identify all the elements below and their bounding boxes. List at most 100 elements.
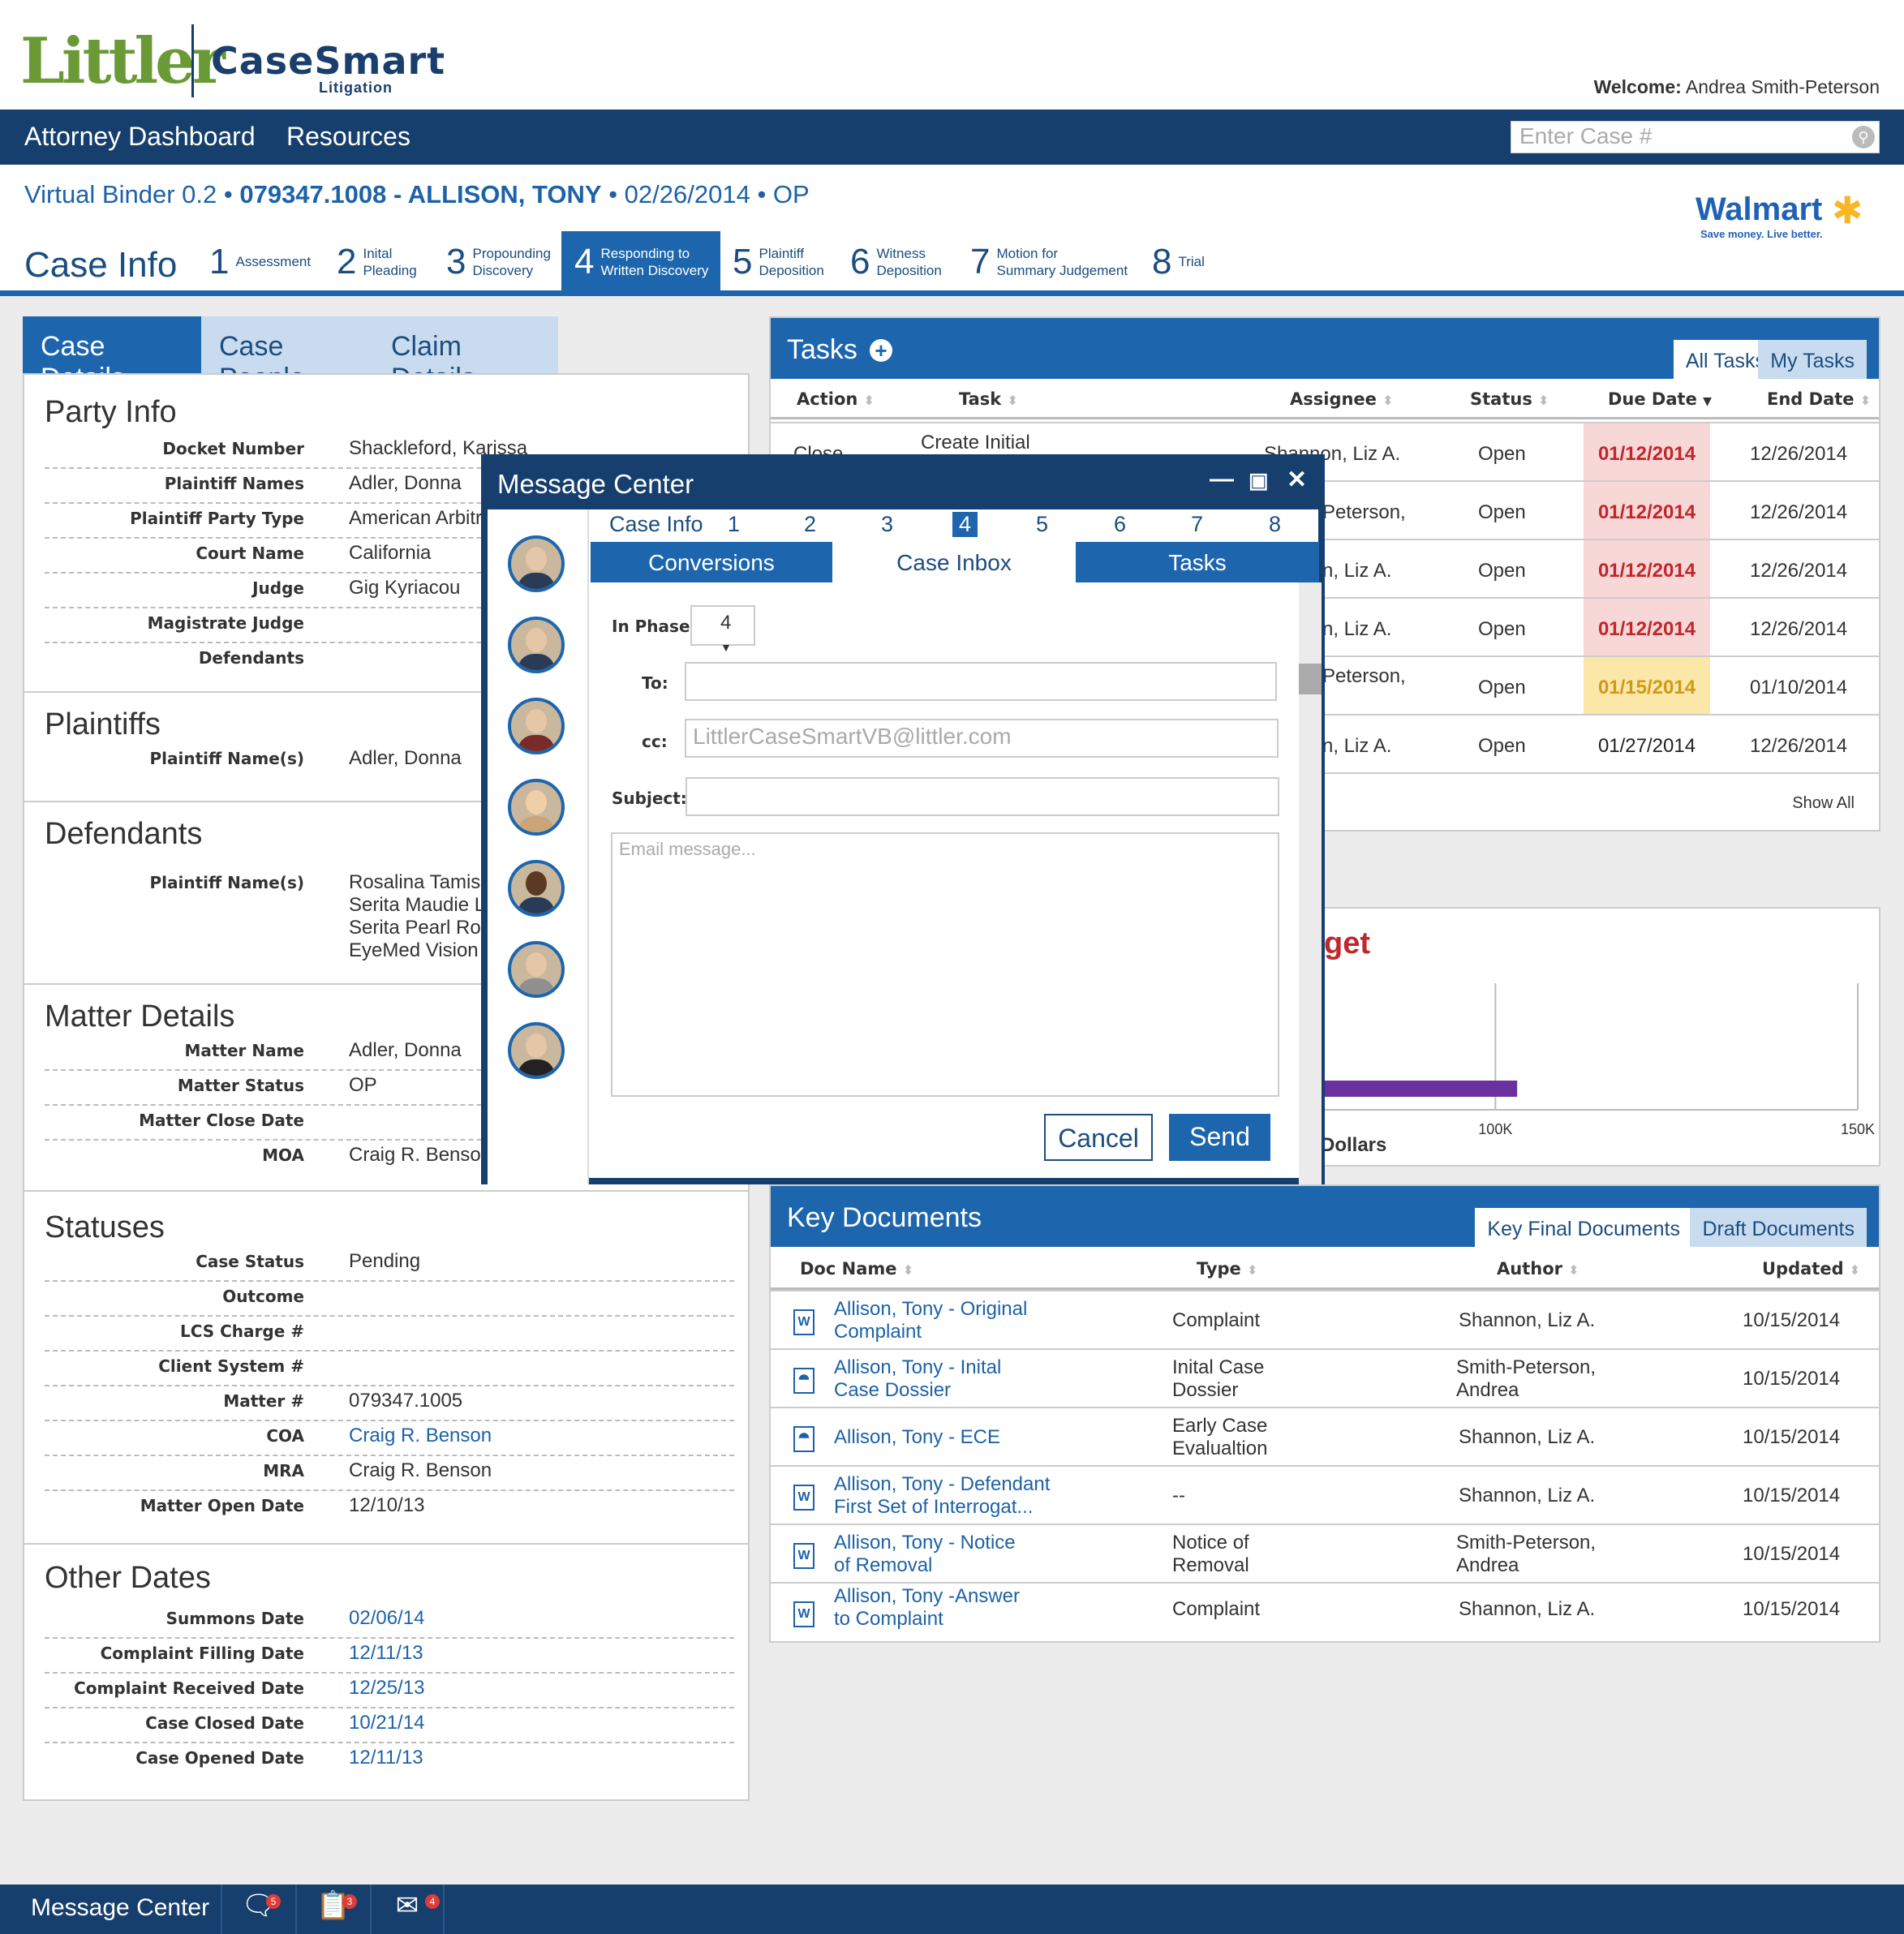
col-header-task[interactable]: Task ⬍ (959, 389, 1018, 409)
phase-tab-1[interactable]: 1 Assessment (209, 231, 311, 292)
clipboard-icon[interactable]: 📋 (295, 1885, 370, 1934)
field-value-link[interactable]: 12/11/13 (349, 1642, 423, 1665)
end-date: 12/26/2014 (1750, 618, 1848, 640)
phase-tab-6[interactable]: 6 Witness Deposition (850, 231, 942, 292)
status: Open (1478, 618, 1526, 640)
cancel-button[interactable]: Cancel (1044, 1114, 1153, 1161)
dialog-title: Message Center (497, 469, 694, 499)
tab-tasks[interactable]: Tasks (1076, 542, 1319, 582)
phase-tab-8[interactable]: 8 Trial (1152, 231, 1205, 292)
field-value-link[interactable]: 12/25/13 (349, 1677, 424, 1700)
tab-case-info[interactable]: Case Info (24, 245, 177, 286)
col-header-type[interactable]: Type ⬍ (1197, 1259, 1258, 1279)
document-row[interactable]: W Allison, Tony -Answer to Complaint Comp… (771, 1582, 1879, 1640)
cc-field[interactable]: LittlerCaseSmartVB@littler.com (685, 719, 1279, 758)
doc-name-link[interactable]: Allison, Tony - Inital Case Dossier (834, 1356, 1001, 1402)
document-row[interactable]: W Allison, Tony - Original Complaint Comp… (771, 1290, 1879, 1348)
dialog-phase-3[interactable]: 3 (881, 512, 893, 537)
dialog-phase-5[interactable]: 5 (1036, 512, 1048, 537)
tab-case-people[interactable]: Case People (201, 316, 373, 393)
in-phase-select[interactable]: 4 ▼ (690, 605, 755, 654)
tab-my-tasks[interactable]: My Tasks (1758, 340, 1867, 379)
phase-tab-2[interactable]: 2 Inital Pleading (337, 231, 417, 292)
field-value-link[interactable]: 02/06/14 (349, 1607, 424, 1630)
document-row[interactable]: W Allison, Tony - Defendant First Set of … (771, 1465, 1879, 1524)
bottom-bar-title[interactable]: Message Center (31, 1894, 209, 1922)
search-icon[interactable]: ⚲ (1852, 126, 1875, 148)
dialog-phase-6[interactable]: 6 (1114, 512, 1126, 537)
case-search-input[interactable]: Enter Case # (1511, 121, 1880, 153)
chat-icon[interactable]: 🗨 (221, 1885, 295, 1934)
phase-tab-7[interactable]: 7 Motion for Summary Judgement (970, 231, 1128, 292)
word-doc-icon: W (793, 1485, 814, 1511)
tab-draft-documents[interactable]: Draft Documents (1690, 1208, 1867, 1247)
contact-avatar[interactable] (508, 941, 565, 998)
doc-updated: 10/15/2014 (1743, 1309, 1841, 1331)
field-value-link[interactable]: 10/21/14 (349, 1712, 424, 1734)
to-field[interactable] (685, 662, 1277, 701)
word-doc-icon: W (793, 1601, 814, 1627)
dialog-phase-8[interactable]: 8 (1269, 512, 1281, 537)
phase-tab-3[interactable]: 3 Propounding Discovery (446, 231, 551, 292)
minimize-icon[interactable]: — (1210, 466, 1234, 493)
add-task-icon[interactable]: + (870, 339, 892, 362)
document-row[interactable]: W Allison, Tony - Notice of Removal Notic… (771, 1524, 1879, 1582)
phase-label: Responding to Written Discovery (600, 245, 709, 278)
close-icon[interactable]: ✕ (1287, 466, 1307, 494)
tab-case-details[interactable]: Case Details (23, 316, 201, 393)
col-header-status[interactable]: Status ⬍ (1470, 389, 1549, 409)
doc-name-link[interactable]: Allison, Tony -Answer to Complaint (834, 1585, 1020, 1631)
mail-icon[interactable]: ✉ (370, 1885, 445, 1934)
contact-avatar[interactable] (508, 617, 565, 673)
phase-tab-5[interactable]: 5 Plaintiff Deposition (733, 231, 824, 292)
document-row[interactable]: ⯊ Allison, Tony - ECE Early Case Evalualt… (771, 1407, 1879, 1465)
doc-name-link[interactable]: Allison, Tony - Notice of Removal (834, 1532, 1016, 1577)
nav-resources[interactable]: Resources (286, 122, 410, 152)
nav-attorney-dashboard[interactable]: Attorney Dashboard (24, 122, 256, 152)
doc-name-link[interactable]: Allison, Tony - Original Complaint (834, 1298, 1027, 1343)
tab-key-final-documents[interactable]: Key Final Documents (1475, 1208, 1692, 1247)
contact-avatar[interactable] (508, 860, 565, 917)
phase-label: Inital Pleading (363, 245, 417, 278)
show-all-link[interactable]: Show All (1792, 794, 1855, 813)
field-value: 12/10/13 (349, 1494, 425, 1516)
dialog-phase-4[interactable]: 4 (952, 512, 978, 537)
col-header-end-date[interactable]: End Date ⬍ (1767, 389, 1871, 409)
tab-conversions[interactable]: Conversions (591, 542, 832, 582)
maximize-icon[interactable]: ▣ (1249, 468, 1269, 493)
tab-case-inbox[interactable]: Case Inbox (832, 542, 1076, 582)
status: Open (1478, 501, 1526, 523)
contact-avatar[interactable] (508, 535, 565, 592)
contact-avatar[interactable] (508, 698, 565, 754)
contact-avatar[interactable] (508, 1022, 565, 1079)
send-button[interactable]: Send (1169, 1114, 1270, 1161)
field-row: Summons Date 02/06/14 (45, 1604, 734, 1639)
dialog-phase-1[interactable]: 1 (728, 512, 740, 537)
col-header-assignee[interactable]: Assignee ⬍ (1290, 389, 1394, 409)
col-header-doc-name[interactable]: Doc Name ⬍ (800, 1259, 913, 1279)
col-header-author[interactable]: Author ⬍ (1497, 1259, 1580, 1279)
contact-avatar[interactable] (508, 779, 565, 836)
doc-name-link[interactable]: Allison, Tony - Defendant First Set of In… (834, 1473, 1050, 1519)
col-header-updated[interactable]: Updated ⬍ (1762, 1259, 1860, 1279)
phase-tab-4[interactable]: 4 Responding to Written Discovery (561, 231, 720, 292)
field-row: Complaint Filling Date 12/11/13 (45, 1639, 734, 1674)
field-value-link[interactable]: 12/11/13 (349, 1747, 423, 1769)
field-label: Plaintiff Name(s) (149, 749, 304, 768)
dialog-phase-case-info[interactable]: Case Info (609, 512, 703, 537)
subject-field[interactable] (686, 777, 1279, 816)
field-value-link[interactable]: Craig R. Benson (349, 1425, 492, 1447)
doc-name-link[interactable]: Allison, Tony - ECE (834, 1426, 1000, 1449)
message-body-field[interactable]: Email message... (611, 832, 1279, 1097)
logo-divider (191, 24, 194, 97)
dialog-phase-2[interactable]: 2 (804, 512, 816, 537)
document-row[interactable]: ⯊ Allison, Tony - Inital Case Dossier Ini… (771, 1348, 1879, 1407)
dialog-phase-7[interactable]: 7 (1191, 512, 1203, 537)
dialog-scroll-thumb[interactable] (1299, 664, 1322, 694)
col-header-action[interactable]: Action ⬍ (797, 389, 875, 409)
col-header-due-date[interactable]: Due Date ▼ (1608, 389, 1712, 409)
client-logo: Walmart (1696, 191, 1823, 227)
tab-claim-details[interactable]: Claim Details (373, 316, 558, 393)
end-date: 12/26/2014 (1750, 735, 1848, 757)
field-value: Gig Kyriacou (349, 577, 461, 599)
